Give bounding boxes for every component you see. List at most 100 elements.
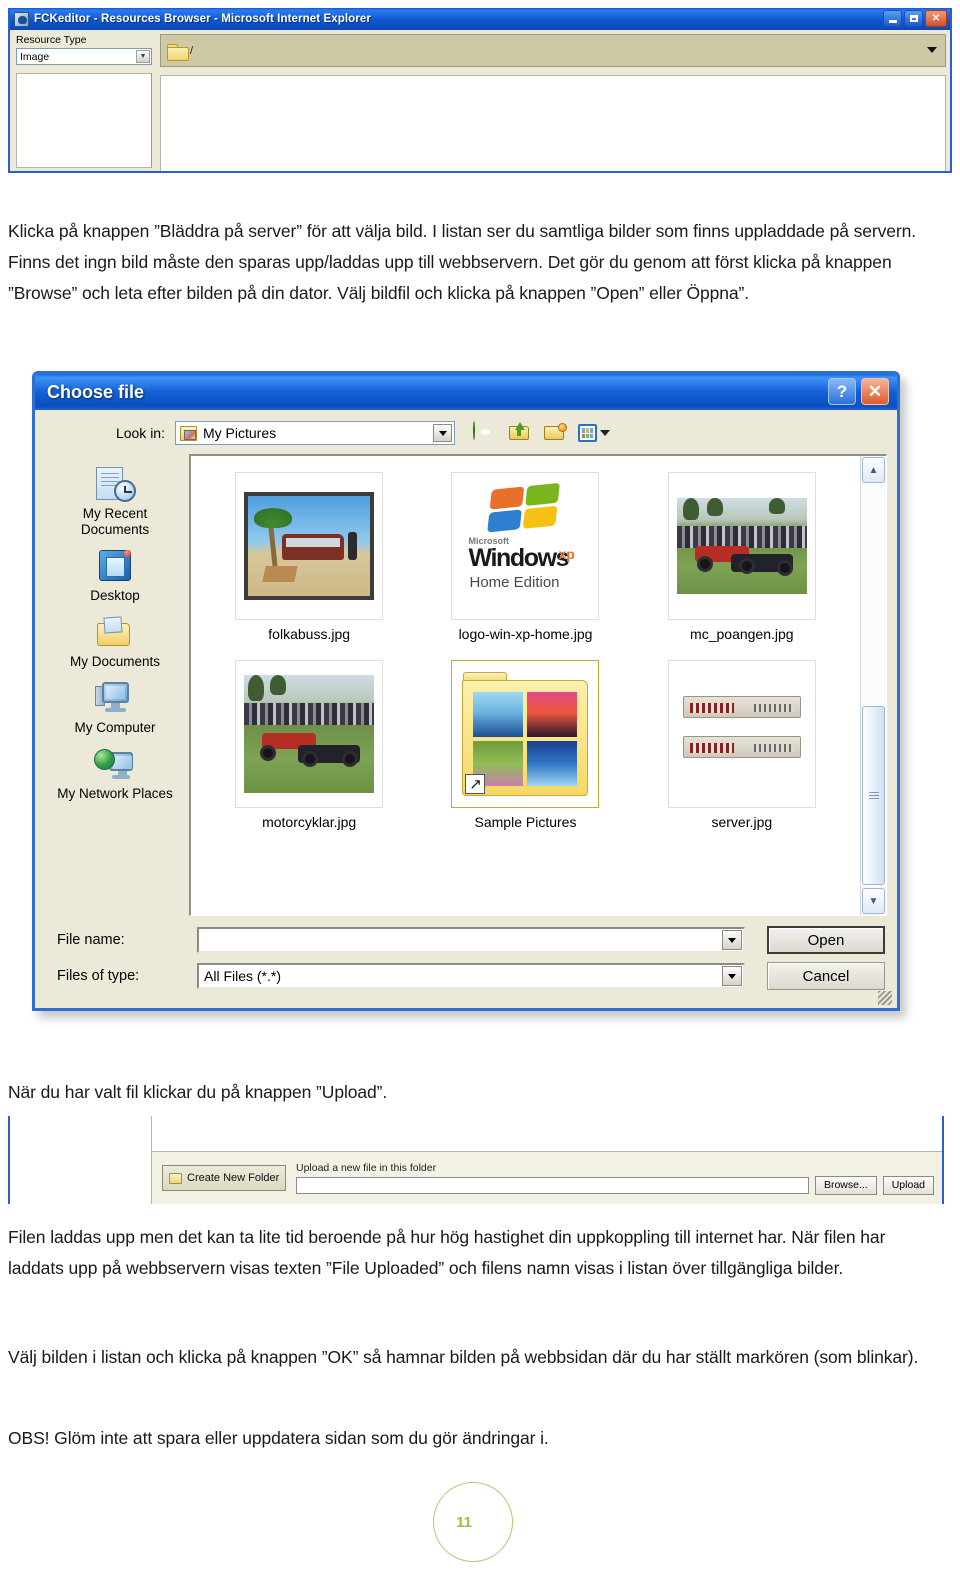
help-button[interactable]: ?	[828, 378, 856, 405]
upload-file-input[interactable]	[296, 1176, 809, 1194]
dialog-close-button[interactable]: ✕	[861, 378, 889, 405]
intro-paragraph: Klicka på knappen ”Bläddra på server” fö…	[8, 220, 917, 303]
upload-field-group: Upload a new file in this folder Browse.…	[296, 1162, 934, 1195]
chevron-down-icon[interactable]: ▼	[136, 50, 150, 63]
places-bar: My Recent Documents Desktop My Documents	[45, 454, 185, 916]
server-thumbnail-image	[676, 678, 807, 790]
pictures-folder-icon	[180, 425, 197, 441]
file-name: motorcyklar.jpg	[262, 814, 357, 830]
current-folder-bar[interactable]: /	[160, 34, 946, 67]
filetype-label: Files of type:	[57, 968, 140, 984]
folder-icon	[167, 42, 189, 61]
window-title: FCKeditor - Resources Browser - Microsof…	[34, 13, 371, 25]
xp-logo-edition: Home Edition	[469, 574, 560, 591]
file-thumbnail	[667, 472, 816, 620]
file-name: logo-win-xp-home.jpg	[458, 626, 593, 642]
my-computer-icon	[94, 680, 136, 718]
lookin-value: My Pictures	[203, 425, 277, 441]
lookin-combobox[interactable]: My Pictures	[175, 421, 455, 445]
resize-grip-icon[interactable]	[878, 991, 892, 1005]
window-controls: ✕	[883, 10, 947, 27]
cancel-button[interactable]: Cancel	[767, 962, 885, 990]
scroll-down-icon[interactable]: ▼	[862, 888, 885, 914]
place-label: My Recent Documents	[80, 506, 150, 537]
folder-tree-panel[interactable]	[16, 73, 152, 168]
create-new-folder-label: Create New Folder	[187, 1172, 280, 1184]
back-icon[interactable]	[473, 421, 497, 444]
close-button[interactable]: ✕	[925, 10, 947, 27]
browser-body: Resource Type Image ▼ /	[10, 30, 950, 171]
dialog-toolbar	[473, 421, 610, 444]
file-list-scrollbar[interactable]: ▲ ▼	[860, 456, 886, 915]
fckeditor-browser-window: FCKeditor - Resources Browser - Microsof…	[8, 8, 952, 173]
upload-bar: Create New Folder Upload a new file in t…	[152, 1152, 942, 1204]
upload-label: Upload a new file in this folder	[296, 1161, 437, 1174]
file-item[interactable]: server.jpg	[634, 660, 850, 830]
place-label: My Computer	[74, 720, 156, 735]
file-list-container: folkabuss.jpg Microsoft Windows xp Home …	[189, 454, 887, 916]
chevron-down-icon[interactable]	[722, 966, 742, 986]
dialog-window-controls: ? ✕	[828, 378, 889, 405]
shortcut-arrow-icon: ↗	[465, 774, 486, 794]
sample-pictures-folder-icon: ↗	[459, 668, 591, 800]
place-desktop[interactable]: Desktop	[51, 548, 179, 604]
file-item[interactable]: ↗ Sample Pictures	[417, 660, 633, 830]
chevron-down-icon[interactable]	[927, 47, 937, 53]
upload-result-paragraph: Filen laddas upp men det kan ta lite tid…	[8, 1226, 886, 1278]
motorcyklar-thumbnail-image	[244, 675, 375, 793]
scrollbar-track[interactable]	[861, 484, 886, 887]
browse-button[interactable]: Browse...	[814, 1175, 877, 1195]
upload-instruction-paragraph: När du har valt fil klickar du på knappe…	[8, 1081, 388, 1102]
file-thumbnail	[667, 660, 816, 808]
scroll-up-icon[interactable]: ▲	[862, 457, 885, 483]
file-list-panel[interactable]	[160, 75, 946, 171]
strip-right-pane: Create New Folder Upload a new file in t…	[152, 1116, 942, 1204]
file-item[interactable]: Microsoft Windows xp Home Edition logo-w…	[417, 472, 633, 642]
place-my-recent-documents[interactable]: My Recent Documents	[51, 466, 179, 538]
dialog-content: Look in: My Pictures My Recent Documents…	[35, 410, 897, 1008]
open-button[interactable]: Open	[767, 926, 885, 954]
file-item[interactable]: folkabuss.jpg	[201, 472, 417, 642]
chevron-down-icon[interactable]	[433, 424, 452, 442]
place-label: My Network Places	[57, 786, 173, 801]
desktop-icon	[94, 548, 136, 586]
dialog-title: Choose file	[47, 381, 145, 402]
up-one-level-icon[interactable]	[508, 422, 532, 444]
place-my-documents[interactable]: My Documents	[51, 614, 179, 670]
views-icon[interactable]	[578, 422, 610, 444]
filename-input[interactable]	[197, 927, 745, 953]
file-item[interactable]: mc_poangen.jpg	[634, 472, 850, 642]
place-label: Desktop	[90, 588, 140, 603]
place-my-computer[interactable]: My Computer	[51, 680, 179, 736]
resource-type-value: Image	[20, 50, 50, 63]
filetype-value: All Files (*.*)	[204, 968, 282, 984]
scrollbar-thumb[interactable]	[862, 705, 885, 885]
filename-label: File name:	[57, 932, 125, 948]
file-name: folkabuss.jpg	[268, 626, 351, 642]
upload-button[interactable]: Upload	[882, 1175, 934, 1195]
internet-explorer-icon	[14, 11, 29, 27]
xp-logo-windows: Windows	[468, 544, 569, 572]
chevron-down-icon[interactable]	[722, 930, 742, 950]
dialog-titlebar: Choose file ? ✕	[35, 374, 897, 410]
new-folder-icon[interactable]	[543, 422, 567, 444]
my-documents-icon	[94, 614, 136, 652]
place-my-network-places[interactable]: My Network Places	[51, 746, 179, 802]
window-titlebar: FCKeditor - Resources Browser - Microsof…	[10, 8, 950, 30]
page-number: 11	[424, 1482, 522, 1562]
resource-type-select[interactable]: Image ▼	[16, 48, 152, 65]
resource-type-label: Resource Type	[16, 34, 87, 46]
file-item[interactable]: motorcyklar.jpg	[201, 660, 417, 830]
lookin-row: Look in: My Pictures	[45, 418, 887, 448]
new-folder-icon	[169, 1172, 182, 1184]
create-new-folder-button[interactable]: Create New Folder	[162, 1165, 286, 1191]
folkabuss-thumbnail-image	[244, 492, 375, 600]
maximize-button[interactable]	[904, 10, 923, 27]
filetype-row: Files of type: All Files (*.*) Cancel	[47, 962, 885, 990]
recent-documents-icon	[94, 466, 136, 504]
file-thumbnail	[235, 472, 384, 620]
file-list[interactable]: folkabuss.jpg Microsoft Windows xp Home …	[191, 456, 860, 915]
strip-file-area	[152, 1116, 942, 1152]
minimize-button[interactable]	[883, 10, 902, 27]
filetype-select[interactable]: All Files (*.*)	[197, 963, 745, 989]
